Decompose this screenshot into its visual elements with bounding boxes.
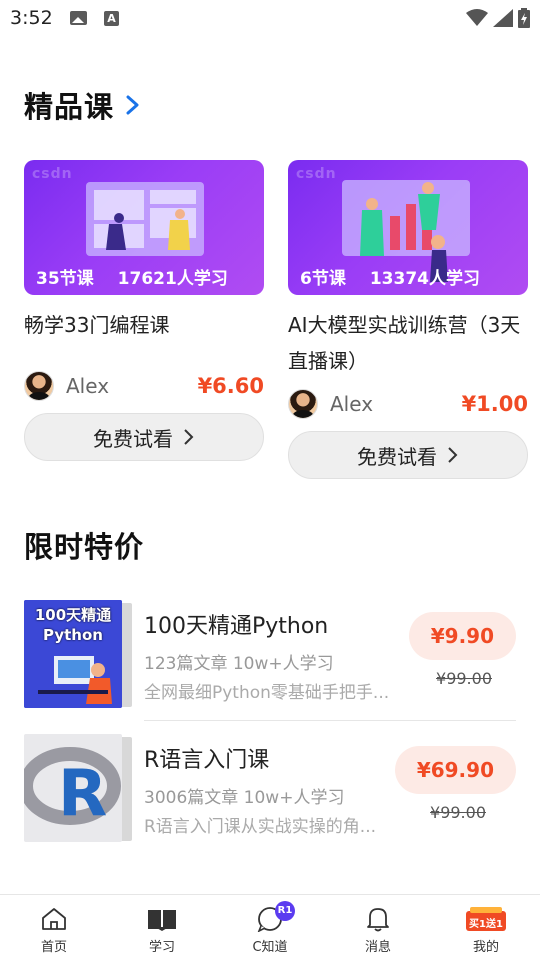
status-bar: 3:52 A: [0, 0, 540, 36]
bell-icon: [363, 905, 393, 933]
deal-price-button[interactable]: ¥9.90: [408, 612, 516, 660]
free-trial-button[interactable]: 免费试看: [288, 431, 528, 479]
chevron-right-icon: [126, 95, 139, 115]
cover-title-line2: Python: [43, 626, 103, 644]
featured-title: 精品课: [24, 90, 115, 124]
deal-title: 100天精通Python: [144, 614, 329, 639]
course-title[interactable]: 畅学33门编程课: [24, 307, 264, 343]
avatar[interactable]: [288, 389, 318, 419]
status-icons: [466, 7, 530, 29]
learner-count: 17621人学习: [117, 269, 228, 289]
r-logo-letter: R: [58, 757, 108, 831]
book-icon: [147, 905, 177, 933]
featured-section-header[interactable]: 精品课: [24, 84, 142, 126]
deal-description: R语言入门课从实战实操的角...: [144, 817, 377, 837]
free-trial-label: 免费试看: [93, 426, 173, 451]
nav-profile[interactable]: 买1送1 我的: [432, 895, 540, 960]
lesson-count: 35节课: [36, 269, 94, 289]
deals-section-title: 限时特价: [24, 530, 145, 564]
nav-label: 首页: [40, 940, 67, 955]
learner-count: 13374人学习: [369, 269, 480, 289]
nav-label: C知道: [252, 940, 288, 955]
signal-icon: [493, 9, 513, 27]
book-cover[interactable]: R: [24, 734, 132, 842]
deal-meta: 123篇文章 10w+人学习: [144, 654, 334, 674]
promo-text: 买1送1: [469, 919, 503, 930]
deal-item[interactable]: 100天精通 Python 100天精通Python 123篇文章 10w+人学…: [24, 598, 516, 708]
author-row: Alex ¥1.00: [288, 387, 528, 421]
status-time: 3:52: [10, 7, 53, 29]
bottom-nav: 首页 学习 R1 C知道 消息 买1送1 我的: [0, 894, 540, 960]
original-price: ¥99.00: [436, 669, 492, 688]
cover-title-line1: 100天精通: [34, 606, 112, 624]
wifi-icon: [466, 9, 488, 26]
book-cover[interactable]: 100天精通 Python: [24, 600, 132, 708]
nav-messages[interactable]: 消息: [324, 895, 432, 960]
deal-description: 全网最细Python零基础手把手...: [144, 683, 390, 703]
course-thumbnail[interactable]: csdn 6节课 13374人学习: [288, 160, 528, 295]
avatar[interactable]: [24, 371, 54, 401]
c-know-icon: R1: [255, 901, 295, 933]
course-title[interactable]: AI大模型实战训练营（3天直播课）: [288, 307, 528, 379]
nav-home[interactable]: 首页: [0, 895, 108, 960]
deal-meta: 3006篇文章 10w+人学习: [144, 788, 345, 808]
deal-item[interactable]: R R语言入门课 3006篇文章 10w+人学习 R语言入门课从实战实操的角..…: [24, 732, 516, 842]
nav-c-know[interactable]: R1 C知道: [216, 895, 324, 960]
nav-label: 我的: [472, 940, 499, 955]
course-card[interactable]: csdn 6节课 13374人学习 AI大模型实战训练营（3天直播课） Alex…: [288, 160, 528, 479]
deal-price-button[interactable]: ¥69.90: [394, 746, 516, 794]
course-price: ¥1.00: [461, 392, 528, 416]
free-trial-label: 免费试看: [357, 444, 437, 469]
lesson-count: 6节课: [300, 269, 346, 289]
original-price: ¥99.00: [430, 803, 486, 822]
profile-promo-icon: 买1送1: [464, 905, 508, 933]
home-icon: [39, 905, 69, 933]
nav-label: 消息: [364, 940, 391, 955]
chevron-right-icon: [448, 447, 458, 463]
nav-label: 学习: [148, 940, 175, 955]
author-row: Alex ¥6.60: [24, 369, 264, 403]
deal-title: R语言入门课: [144, 748, 270, 773]
course-thumbnail[interactable]: csdn 35节课 17621人学习: [24, 160, 264, 295]
battery-icon: [518, 8, 530, 28]
r1-badge: R1: [275, 901, 295, 921]
course-card[interactable]: csdn 35节课 17621人学习 畅学33门编程课 Alex ¥6.60 免…: [24, 160, 264, 461]
divider: [144, 720, 516, 721]
course-price: ¥6.60: [197, 374, 264, 398]
author-name: Alex: [330, 392, 374, 416]
chevron-right-icon: [184, 429, 194, 445]
gallery-notification-icon: [70, 11, 87, 25]
nav-study[interactable]: 学习: [108, 895, 216, 960]
free-trial-button[interactable]: 免费试看: [24, 413, 264, 461]
font-notification-icon: A: [104, 11, 119, 26]
author-name: Alex: [66, 374, 110, 398]
